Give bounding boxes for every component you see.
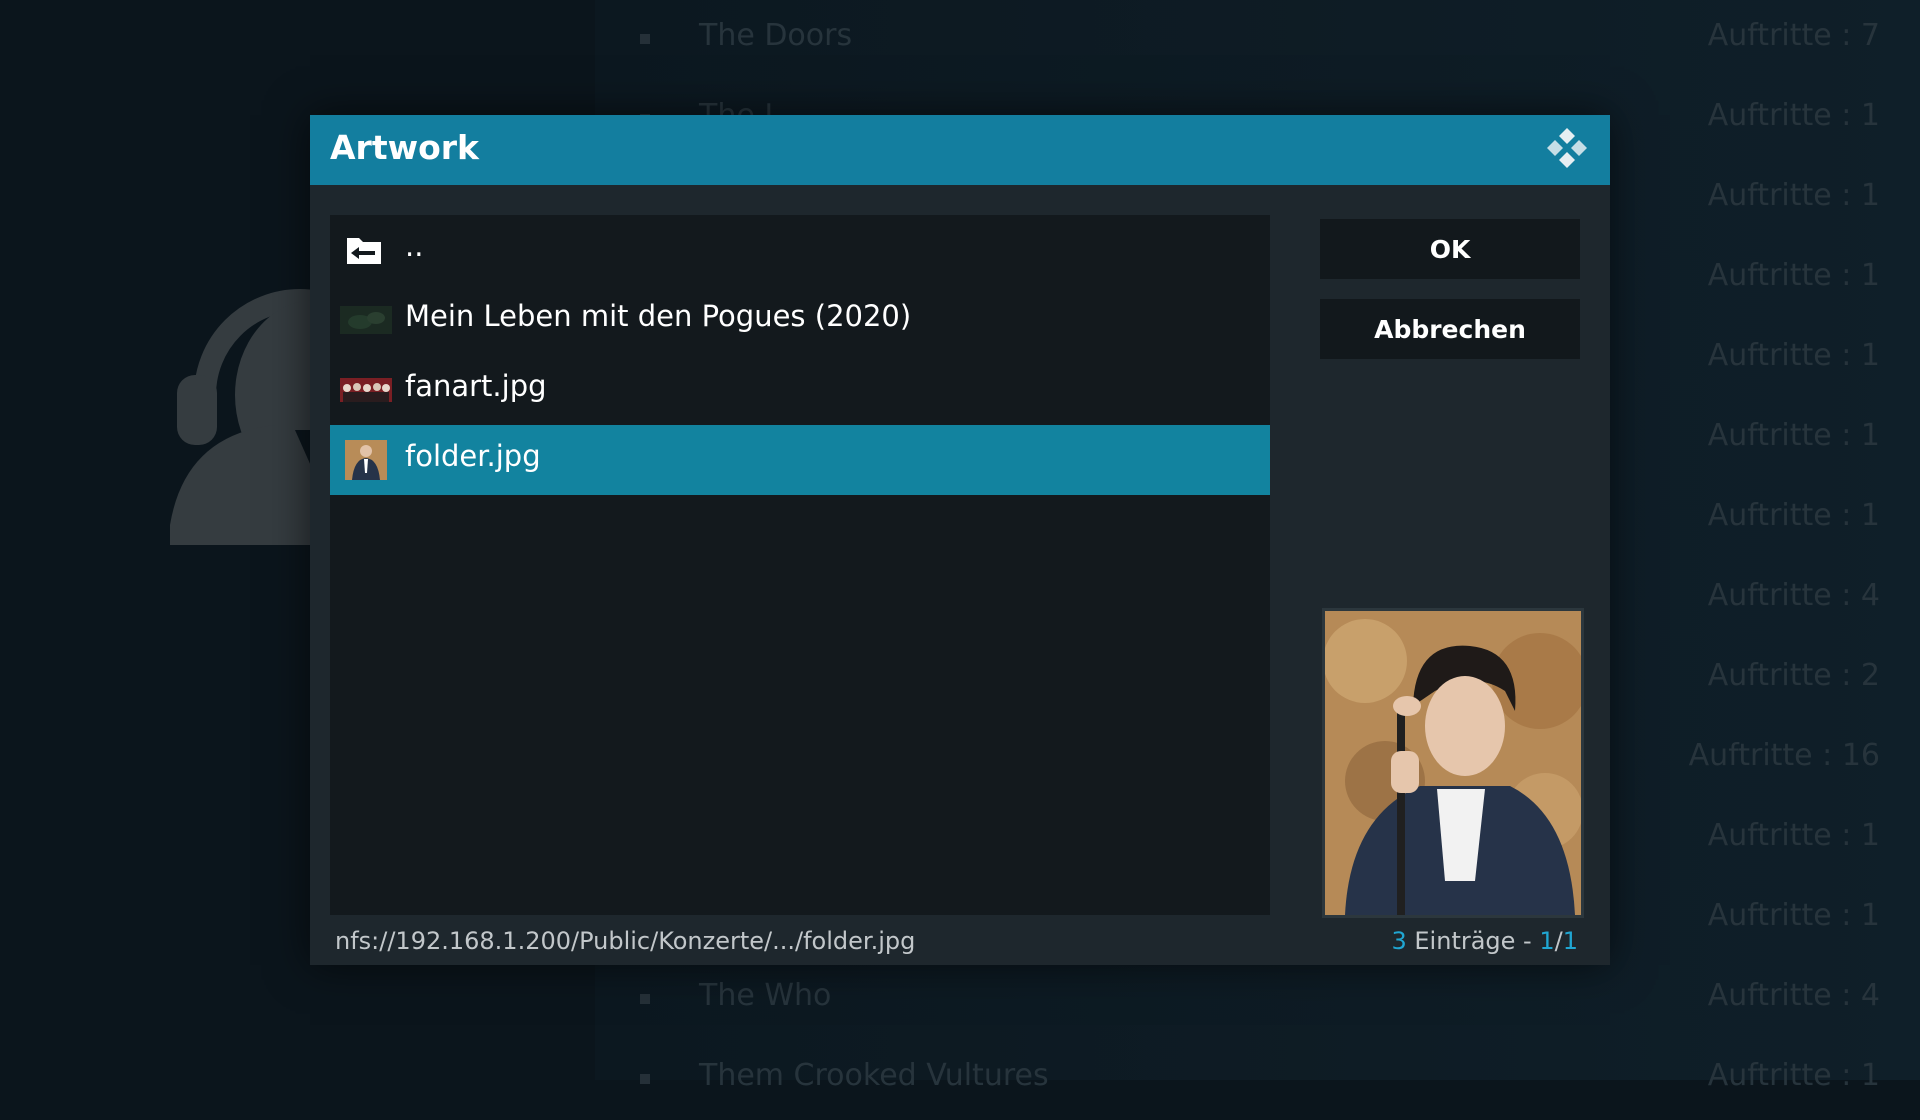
list-item-fanart[interactable]: fanart.jpg — [330, 355, 1270, 425]
entries-label: Einträge - — [1406, 927, 1540, 955]
list-item-folder-jpg[interactable]: folder.jpg — [330, 425, 1270, 495]
appearance-count: Auftritte : 2 — [1707, 658, 1880, 693]
appearance-count: Auftritte : 16 — [1688, 738, 1880, 773]
appearance-count: Auftritte : 1 — [1707, 818, 1880, 853]
appearance-count: Auftritte : 1 — [1707, 338, 1880, 373]
list-item-label: fanart.jpg — [405, 369, 547, 403]
fanart-thumbnail — [340, 370, 392, 410]
entry-count: 3 Einträge - 1/1 — [1391, 927, 1578, 955]
background-list-row: Them Crooked Vultures Auftritte : 1 — [595, 1040, 1920, 1120]
list-item-label: .. — [405, 229, 424, 263]
list-item-label: Mein Leben mit den Pogues (2020) — [405, 299, 912, 333]
folder-thumbnail — [340, 440, 392, 480]
artwork-preview-image — [1322, 608, 1584, 918]
bullet-icon — [640, 34, 650, 44]
bullet-icon — [640, 1074, 650, 1084]
video-thumbnail — [340, 300, 392, 340]
appearance-count: Auftritte : 1 — [1707, 418, 1880, 453]
appearance-count: Auftritte : 4 — [1707, 578, 1880, 613]
artist-name: The Who — [699, 978, 832, 1013]
appearance-count: Auftritte : 1 — [1707, 98, 1880, 133]
appearance-count: Auftritte : 1 — [1707, 498, 1880, 533]
item-count: 3 — [1391, 927, 1407, 955]
artist-name: Them Crooked Vultures — [699, 1058, 1049, 1093]
dialog-title: Artwork — [330, 128, 479, 167]
list-item-label: folder.jpg — [405, 439, 541, 473]
appearance-count: Auftritte : 1 — [1707, 1058, 1880, 1093]
background-list-row: The Doors Auftritte : 7 — [595, 0, 1920, 80]
list-item-video[interactable]: Mein Leben mit den Pogues (2020) — [330, 285, 1270, 355]
appearance-count: Auftritte : 1 — [1707, 898, 1880, 933]
appearance-count: Auftritte : 4 — [1707, 978, 1880, 1013]
artwork-dialog: Artwork .. Mein Leben mit den Pogues (20… — [310, 115, 1610, 965]
dialog-header: Artwork — [310, 115, 1610, 185]
file-path: nfs://192.168.1.200/Public/Konzerte/.../… — [335, 927, 916, 955]
background-list-row: The Who Auftritte : 4 — [595, 960, 1920, 1040]
kodi-logo-icon — [1547, 128, 1587, 168]
appearance-count: Auftritte : 1 — [1707, 258, 1880, 293]
artist-name: The Doors — [699, 18, 853, 53]
ok-button[interactable]: OK — [1320, 219, 1580, 279]
file-list: .. Mein Leben mit den Pogues (2020) fana… — [330, 215, 1270, 915]
appearance-count: Auftritte : 1 — [1707, 178, 1880, 213]
folder-back-icon — [340, 230, 392, 270]
cancel-button[interactable]: Abbrechen — [1320, 299, 1580, 359]
appearance-count: Auftritte : 7 — [1707, 18, 1880, 53]
total-pages: 1 — [1562, 927, 1578, 955]
bullet-icon — [640, 994, 650, 1004]
current-page: 1 — [1539, 927, 1555, 955]
list-item-parent-folder[interactable]: .. — [330, 215, 1270, 285]
page-separator: / — [1554, 927, 1563, 955]
